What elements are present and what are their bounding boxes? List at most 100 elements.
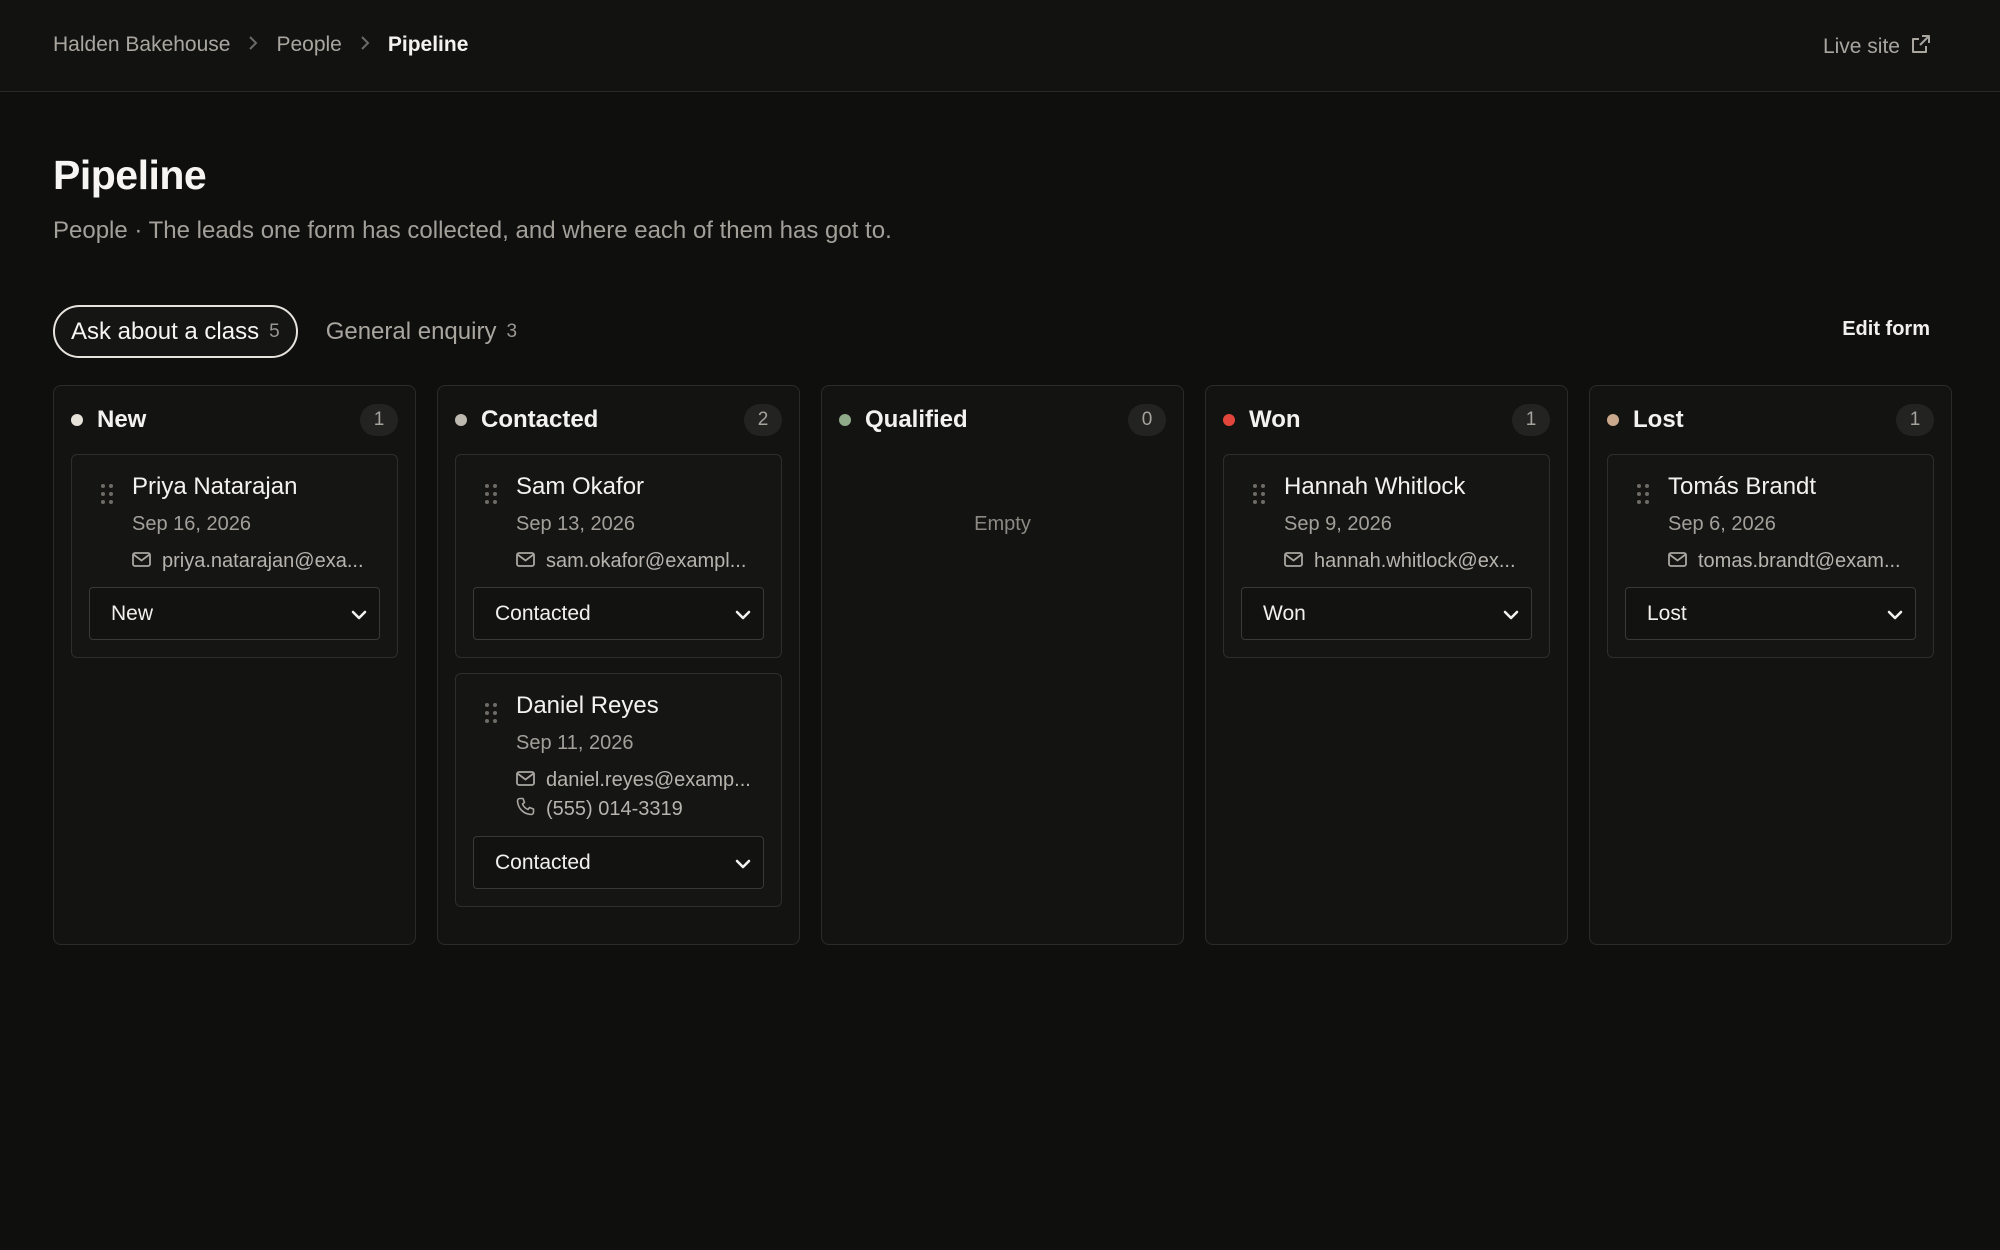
column-title: New [97,406,147,433]
column-count-badge: 1 [1512,404,1550,436]
pipeline-board: New 1 Priya Natarajan Sep 16, 2026 priya.nat… [53,385,1952,945]
status-select[interactable]: Won [1241,587,1532,640]
column-count-badge: 0 [1128,404,1166,436]
lead-name[interactable]: Daniel Reyes [516,692,764,720]
chevron-right-icon [248,34,258,57]
status-dot [839,414,851,426]
chevron-down-icon [735,602,751,626]
pipeline-column-lost: Lost 1 Tomás Brandt Sep 6, 2026 tomas.brandt… [1589,385,1952,945]
live-site-label: Live site [1822,35,1900,58]
status-select[interactable]: New [89,587,380,640]
column-title: Contacted [481,406,599,433]
mail-icon [516,550,535,573]
tab-count: 3 [506,320,518,342]
lead-email-text: priya.natarajan@exa... [162,550,364,572]
status-dot [455,414,467,426]
column-count-badge: 1 [1896,404,1934,436]
pipeline-column-won: Won 1 Hannah Whitlock Sep 9, 2026 hannah.whi… [1205,385,1568,945]
tab-ask-about-a-class[interactable]: Ask about a class 5 [53,305,298,358]
lead-name[interactable]: Hannah Whitlock [1284,473,1532,501]
column-header: Qualified 0 [822,386,1183,454]
drag-handle-icon[interactable] [100,483,114,505]
empty-column-label: Empty [974,513,1031,535]
drag-handle-icon[interactable] [484,483,498,505]
lead-date: Sep 6, 2026 [1668,513,1776,535]
column-header: Lost 1 [1590,386,1951,454]
status-select-value: New [111,601,154,625]
status-dot [1223,414,1235,426]
lead-phone-text: (555) 014-3319 [546,798,683,820]
status-dot [71,414,83,426]
mail-icon [516,769,535,792]
phone-icon [516,797,535,822]
status-select[interactable]: Lost [1625,587,1916,640]
lead-date: Sep 9, 2026 [1284,513,1392,535]
mail-icon [1668,550,1687,573]
lead-card[interactable]: Hannah Whitlock Sep 9, 2026 hannah.whitloc… [1223,454,1550,658]
lead-card[interactable]: Tomás Brandt Sep 6, 2026 tomas.brandt@exam… [1607,454,1934,658]
tab-general-enquiry[interactable]: General enquiry 3 [326,305,517,358]
drag-handle-icon[interactable] [484,702,498,724]
lead-name[interactable]: Sam Okafor [516,473,764,501]
tab-count: 5 [269,320,280,342]
form-tabs: Ask about a class 5 General enquiry 3 [53,305,517,358]
pipeline-column-new: New 1 Priya Natarajan Sep 16, 2026 priya.nat… [53,385,416,945]
status-select[interactable]: Contacted [473,836,764,889]
lead-email[interactable]: priya.natarajan@exa... [132,550,380,573]
lead-email[interactable]: sam.okafor@exampl... [516,550,764,573]
lead-date: Sep 13, 2026 [516,513,635,535]
column-header: Won 1 [1206,386,1567,454]
lead-card[interactable]: Priya Natarajan Sep 16, 2026 priya.nataraj… [71,454,398,658]
lead-date: Sep 11, 2026 [516,732,634,754]
column-count-badge: 2 [744,404,782,436]
breadcrumb-item-workspace[interactable]: Halden Bakehouse [53,33,230,57]
lead-email-text: tomas.brandt@exam... [1698,550,1901,572]
chevron-down-icon [735,851,751,875]
chevron-down-icon [1887,602,1903,626]
column-header: Contacted 2 [438,386,799,454]
lead-email-text: daniel.reyes@examp... [546,769,751,791]
column-header: New 1 [54,386,415,454]
status-dot [1607,414,1619,426]
tab-label: General enquiry [325,317,497,345]
lead-phone[interactable]: (555) 014-3319 [516,797,764,822]
lead-name[interactable]: Tomás Brandt [1668,473,1916,501]
lead-email[interactable]: hannah.whitlock@ex... [1284,550,1532,573]
external-link-icon [1910,33,1932,61]
column-title: Qualified [865,406,968,433]
breadcrumb: Halden Bakehouse People Pipeline [53,33,468,57]
mail-icon [1284,550,1303,573]
chevron-down-icon [1503,602,1519,626]
breadcrumb-item-current: Pipeline [387,33,469,56]
pipeline-column-qualified: Qualified 0 Empty [821,385,1184,945]
top-bar: Halden Bakehouse People Pipeline Live si… [0,0,2000,92]
tab-label: Ask about a class [71,317,260,345]
live-site-link[interactable]: Live site [1823,33,1932,61]
lead-card[interactable]: Sam Okafor Sep 13, 2026 sam.okafor@exampl.… [455,454,782,658]
status-select-value: Lost [1647,601,1687,625]
edit-form-button[interactable]: Edit form [1842,318,1930,341]
mail-icon [132,550,151,573]
lead-date: Sep 16, 2026 [132,513,251,535]
pipeline-column-contacted: Contacted 2 Sam Okafor Sep 13, 2026 sam.okaf… [437,385,800,945]
drag-handle-icon[interactable] [1636,483,1650,505]
lead-email-text: sam.okafor@exampl... [546,550,747,572]
drag-handle-icon[interactable] [1252,483,1266,505]
status-select-value: Contacted [495,850,591,874]
status-select-value: Won [1263,601,1306,625]
lead-card[interactable]: Daniel Reyes Sep 11, 2026 daniel.reyes@exa… [455,673,782,907]
lead-name[interactable]: Priya Natarajan [132,473,380,501]
lead-email[interactable]: daniel.reyes@examp... [516,769,764,792]
column-title: Lost [1633,406,1684,433]
page-subtitle: People · The leads one form has collecte… [53,217,892,244]
lead-email[interactable]: tomas.brandt@exam... [1668,550,1916,573]
chevron-down-icon [351,602,367,626]
column-count-badge: 1 [360,404,398,436]
column-title: Won [1249,406,1301,433]
status-select-value: Contacted [495,601,591,625]
status-select[interactable]: Contacted [473,587,764,640]
page-title: Pipeline [53,152,207,198]
breadcrumb-item-people[interactable]: People [276,33,341,57]
chevron-right-icon [360,34,370,57]
lead-email-text: hannah.whitlock@ex... [1314,550,1516,572]
